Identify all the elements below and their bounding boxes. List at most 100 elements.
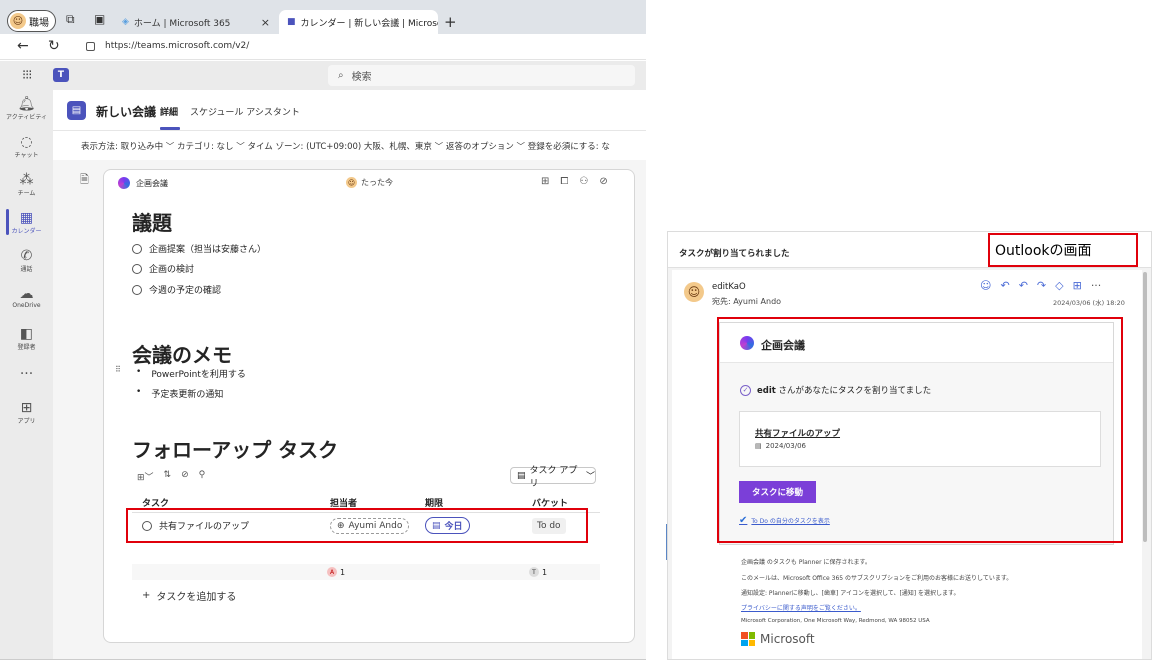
address-bar: ← ↻ https://teams.microsoft.com/v2/: [0, 34, 646, 60]
app-launcher-icon[interactable]: ⁝⁝⁝: [22, 68, 32, 83]
forward-icon[interactable]: ↷: [1037, 279, 1046, 292]
tab-details[interactable]: 詳細: [160, 105, 178, 118]
search-icon: ⌕: [338, 70, 344, 81]
follow-up-heading: フォローアップ タスク: [132, 438, 339, 462]
tag-icon[interactable]: ◇: [1055, 279, 1063, 292]
checkbox-icon[interactable]: [132, 243, 142, 254]
assign-icon[interactable]: ⚲: [199, 470, 206, 483]
rail-calls[interactable]: ✆ 通話: [0, 248, 53, 273]
recipient: 宛先: Ayumi Ando: [712, 297, 782, 306]
rail-chat[interactable]: ◌ チャット: [0, 134, 53, 159]
more-icon: ···: [19, 366, 34, 382]
more-icon[interactable]: ···: [1091, 279, 1102, 292]
plus-icon: +: [142, 590, 151, 601]
grid-icon[interactable]: ⊞: [541, 176, 549, 187]
rail-onedrive[interactable]: ☁ OneDrive: [0, 286, 53, 309]
memo-item[interactable]: • PowerPointを利用する: [136, 367, 246, 380]
meeting-main: ▤ 新しい会議 詳細 スケジュール アシスタント 表示方法: 取り込み中 ﹀ カ…: [53, 90, 646, 659]
view-icon[interactable]: ⊞﹀: [137, 470, 154, 483]
task-app-button[interactable]: ▤ タスク アプリ ﹀: [510, 466, 596, 489]
search-placeholder: 検索: [351, 72, 372, 83]
assignee-summary: A1: [327, 567, 345, 577]
scrollbar[interactable]: [1143, 272, 1147, 542]
tab-teams-calendar[interactable]: ■ カレンダー | 新しい会議 | Microsoft ×: [279, 10, 438, 34]
checkbox-icon[interactable]: [132, 284, 142, 295]
rail-calendar[interactable]: ▦ カレンダー: [0, 210, 53, 235]
task-app-icon: ▤: [517, 470, 526, 481]
workspaces-icon[interactable]: ⧉: [66, 12, 75, 27]
tab-actions-icon[interactable]: ▣: [94, 12, 105, 26]
sort-icon[interactable]: ⇅: [164, 470, 172, 483]
highlight-box: [717, 317, 1123, 543]
loop-name[interactable]: 企画会議: [136, 178, 168, 189]
tab-scheduling-assistant[interactable]: スケジュール アシスタント: [190, 105, 300, 118]
copy-icon[interactable]: ⧠: [560, 176, 568, 187]
m365-icon: ◈: [122, 17, 129, 27]
outlook-caption: Outlookの画面: [988, 233, 1138, 267]
reply-icon[interactable]: ↶: [1000, 279, 1009, 292]
agenda-heading: 議題: [132, 211, 172, 235]
reply-all-icon[interactable]: ↶: [1019, 279, 1028, 292]
avatar: ☺: [684, 282, 704, 302]
agenda-text: 企画の検討: [149, 265, 195, 275]
rail-label: OneDrive: [12, 302, 41, 309]
drag-handle-icon[interactable]: ⠿: [115, 365, 121, 374]
rail-activity[interactable]: 🔔︎ アクティビティ: [0, 96, 53, 121]
refresh-icon[interactable]: ↻: [48, 38, 60, 54]
bell-icon: 🔔︎: [17, 96, 36, 112]
privacy-link[interactable]: プライバシーに関する声明をご覧ください。: [741, 603, 861, 612]
last-edited-text: たった今: [361, 178, 393, 187]
browser-tab-bar: ☺ 職場 ⧉ ▣ ◈ ホーム | Microsoft 365 × ■ カレンダー…: [0, 0, 646, 34]
tab-title: ホーム | Microsoft 365: [133, 18, 231, 29]
tab-home-microsoft365[interactable]: ◈ ホーム | Microsoft 365 ×: [114, 10, 278, 34]
meeting-options[interactable]: 表示方法: 取り込み中 ﹀ カテゴリ: なし ﹀ タイム ゾーン: (UTC+0…: [81, 140, 610, 152]
brand-name: Microsoft: [760, 632, 815, 646]
loop-logo-icon: [118, 177, 130, 189]
rail-registrants[interactable]: ◧ 登録者: [0, 326, 53, 351]
back-icon[interactable]: ←: [17, 38, 29, 54]
footer-text: 通知設定: Plannerに移動し、[歯車] アイコンを選択して、[通知] を選…: [741, 590, 960, 597]
meeting-header: ▤ 新しい会議 詳細 スケジュール アシスタント: [53, 90, 646, 130]
email-body: ☺ editKaO 宛先: Ayumi Ando ☺ ↶ ↶ ↷ ◇ ⊞ ···…: [672, 270, 1142, 659]
add-task-button[interactable]: + タスクを追加する: [142, 588, 236, 603]
agenda-item[interactable]: 今週の予定の確認: [132, 283, 221, 296]
page-title: 新しい会議: [96, 105, 157, 119]
agenda-item[interactable]: 企画の検討: [132, 262, 194, 275]
rail-more[interactable]: ···: [0, 366, 53, 382]
notes-icon[interactable]: 🗎︎: [80, 171, 89, 190]
apps-icon: ⊞: [20, 400, 33, 416]
assignee-count: 1: [340, 567, 346, 577]
chevron-down-icon: ﹀: [585, 472, 595, 482]
agenda-text: 企画提案（担当は安藤さん）: [149, 245, 267, 255]
close-icon[interactable]: ×: [261, 16, 270, 29]
search-input[interactable]: ⌕ 検索: [328, 65, 635, 86]
new-tab-icon[interactable]: +: [444, 13, 457, 31]
grid-icon[interactable]: ⊞: [1073, 279, 1082, 292]
rail-label: チーム: [17, 190, 36, 197]
outlook-email-window: タスクが割り当てられました Outlookの画面 ☺ editKaO 宛先: A…: [667, 231, 1152, 660]
rail-teams[interactable]: ⁂ チーム: [0, 172, 53, 197]
phone-icon: ✆: [20, 248, 33, 264]
teams-icon: ⁂: [19, 172, 34, 188]
last-edited: ☺ たった今: [346, 177, 393, 188]
profile-button[interactable]: ☺ 職場: [7, 10, 56, 32]
memo-item[interactable]: • 予定表更新の通知: [136, 387, 223, 400]
agenda-item[interactable]: 企画提案（担当は安藤さん）: [132, 242, 266, 255]
share-icon[interactable]: ⚇: [579, 176, 588, 187]
url-text: https://teams.microsoft.com/v2/: [105, 41, 250, 51]
left-rail: 🔔︎ アクティビティ ◌ チャット ⁂ チーム ▦ カレンダー ✆ 通話 ☁ OneDriv…: [0, 90, 53, 659]
checkbox-icon[interactable]: [132, 263, 142, 274]
table-toolbar: ⊞﹀ ⇅ ⊘ ⚲: [137, 470, 205, 483]
rail-apps[interactable]: ⊞ アプリ: [0, 400, 53, 425]
hide-icon[interactable]: ⊘: [599, 176, 607, 187]
memo-text: PowerPointを利用する: [151, 370, 246, 380]
memo-text: 予定表更新の通知: [151, 390, 224, 400]
profile-label: 職場: [29, 17, 49, 29]
highlight-box: [126, 508, 588, 543]
emoji-icon[interactable]: ☺: [980, 279, 991, 292]
bucket-badge-icon: T: [529, 567, 539, 577]
memo-heading: 会議のメモ: [132, 343, 232, 367]
teams-app-bar: ⁝⁝⁝ T ⌕ 検索: [0, 61, 646, 90]
hide-icon[interactable]: ⊘: [181, 470, 189, 483]
url-field[interactable]: https://teams.microsoft.com/v2/: [86, 41, 249, 51]
